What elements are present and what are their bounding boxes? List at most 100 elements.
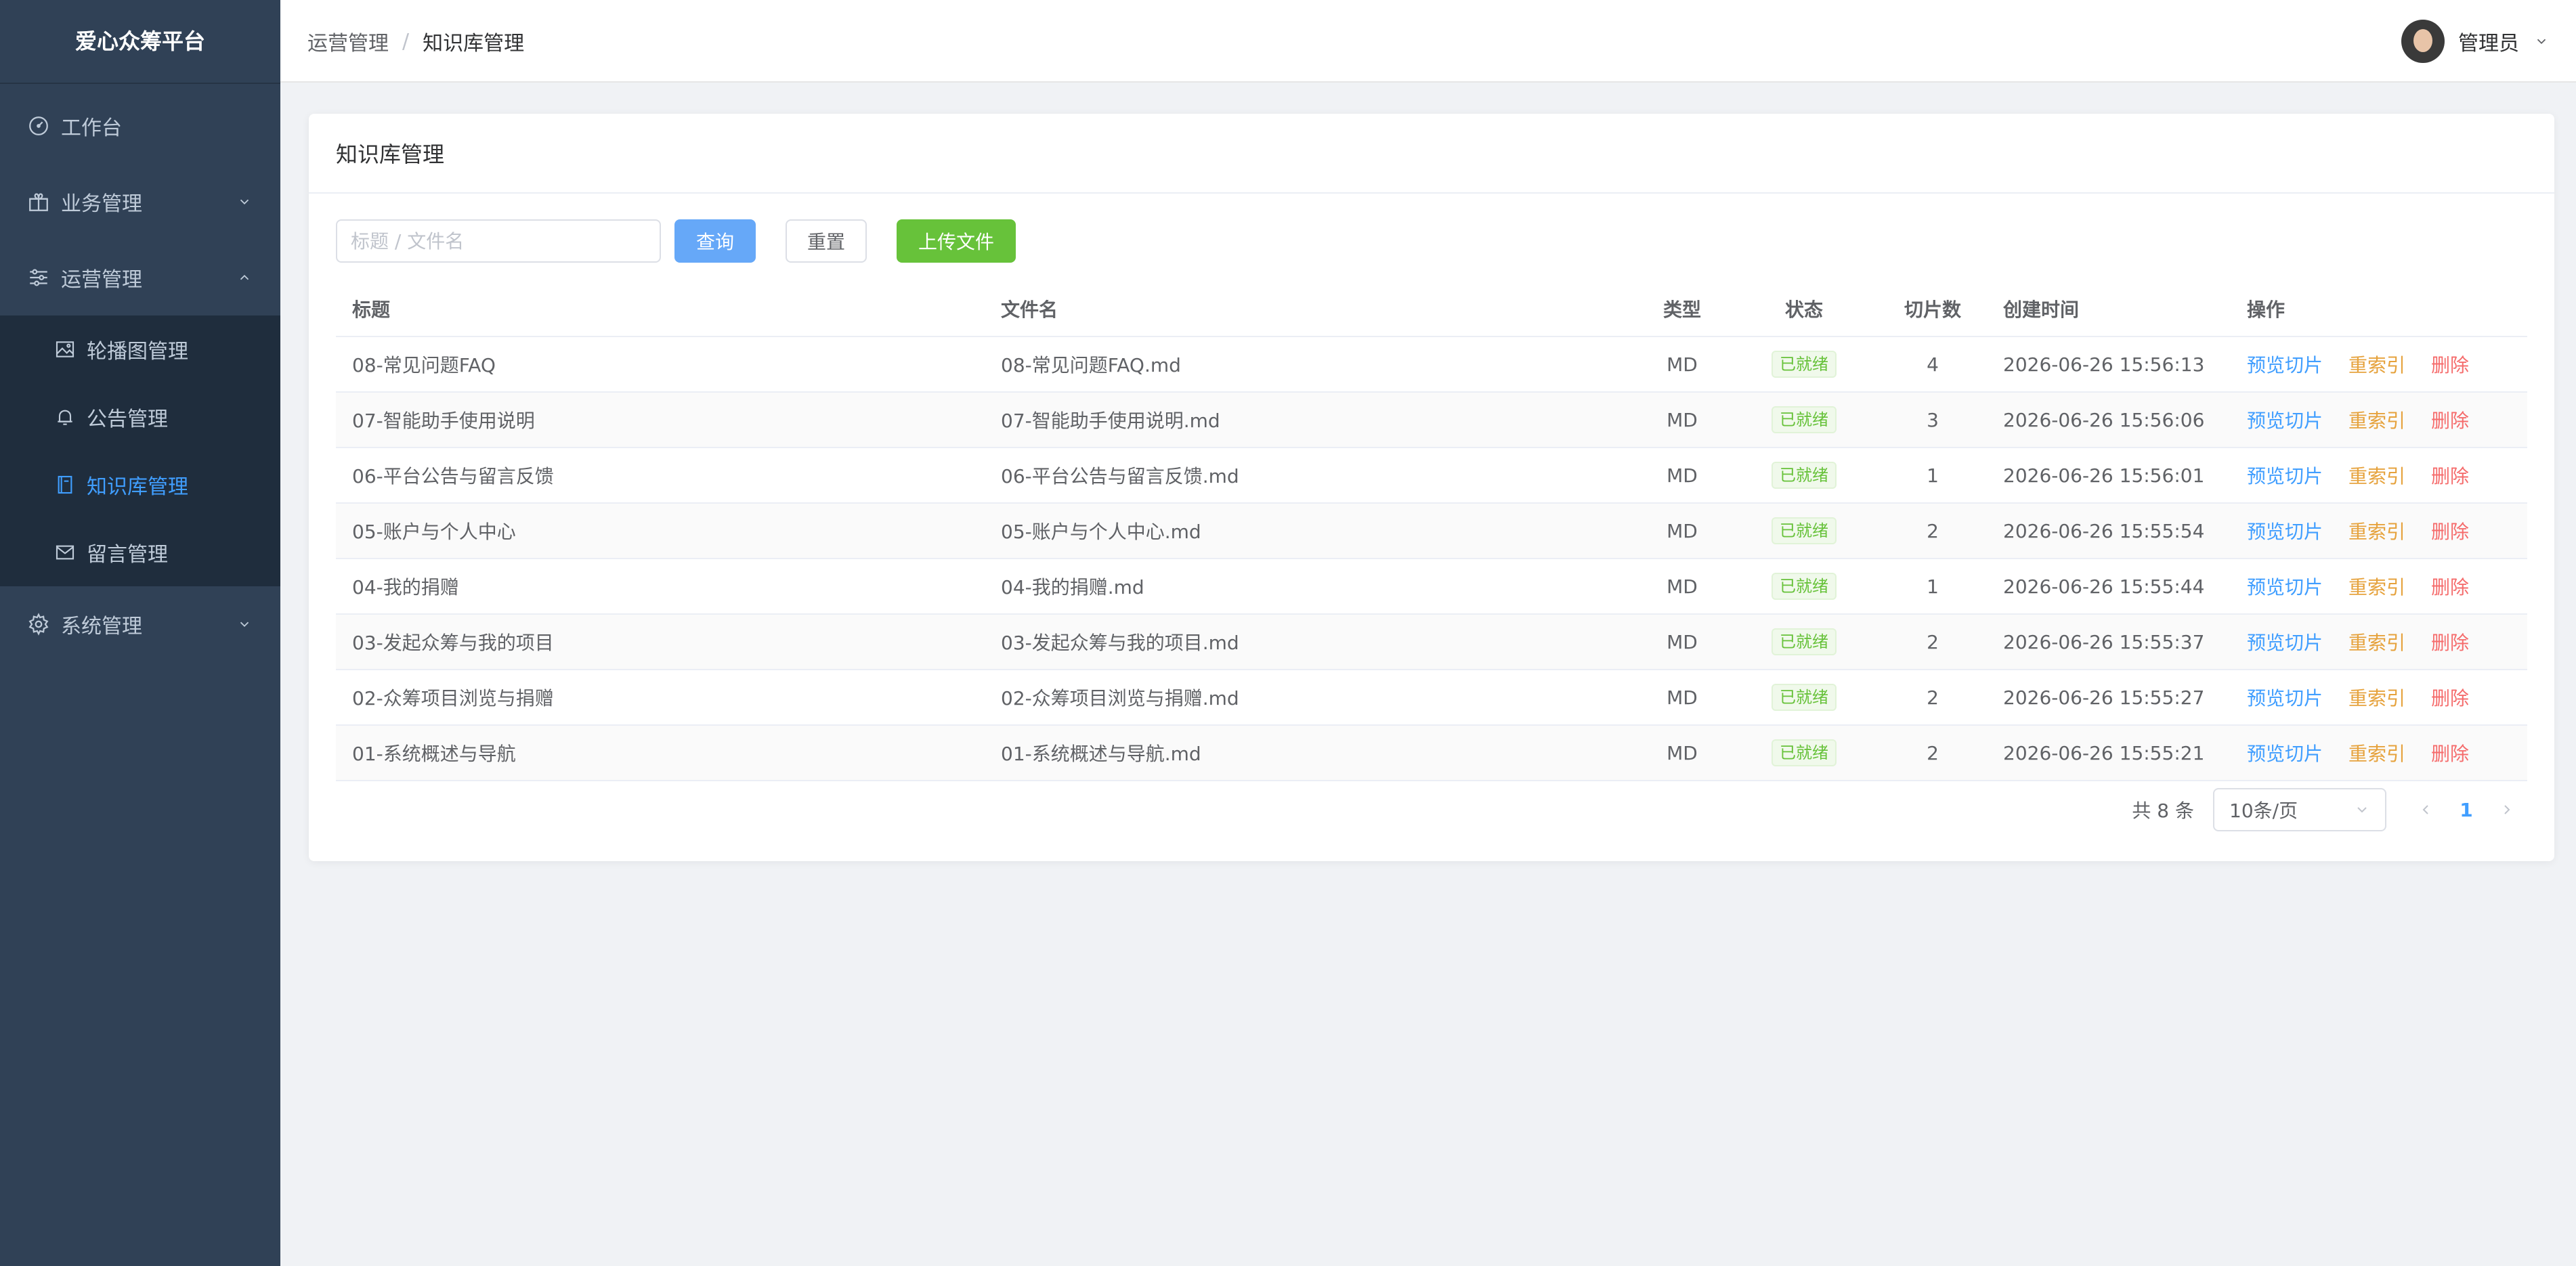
delete-link[interactable]: 删除 <box>2431 739 2469 766</box>
delete-link[interactable]: 删除 <box>2431 351 2469 378</box>
delete-link[interactable]: 删除 <box>2431 406 2469 433</box>
reindex-link[interactable]: 重索引 <box>2348 684 2405 711</box>
table-row: 03-发起众筹与我的项目 03-发起众筹与我的项目.md MD 已就绪 2 20… <box>336 615 2527 670</box>
cell-title: 02-众筹项目浏览与捐赠 <box>352 687 554 710</box>
sidebar-item-label: 工作台 <box>61 116 122 140</box>
preview-chunks-link[interactable]: 预览切片 <box>2247 739 2323 766</box>
preview-chunks-link[interactable]: 预览切片 <box>2247 684 2323 711</box>
cell-status: 已就绪 <box>1730 628 1879 655</box>
sidebar-item-label: 知识库管理 <box>87 475 188 499</box>
preview-chunks-link[interactable]: 预览切片 <box>2247 406 2323 433</box>
status-badge: 已就绪 <box>1772 684 1837 711</box>
chevron-down-icon <box>240 199 249 205</box>
delete-link[interactable]: 删除 <box>2431 462 2469 489</box>
table-row: 08-常见问题FAQ 08-常见问题FAQ.md MD 已就绪 4 2026-0… <box>336 337 2527 393</box>
cell-filename: 01-系统概述与导航.md <box>1001 743 1201 765</box>
preview-chunks-link[interactable]: 预览切片 <box>2247 462 2323 489</box>
cell-title: 08-常见问题FAQ <box>352 354 496 376</box>
cell-filename: 04-我的捐赠.md <box>1001 576 1144 598</box>
sidebar-item-messages[interactable]: 留言管理 <box>0 519 280 586</box>
preview-chunks-link[interactable]: 预览切片 <box>2247 517 2323 544</box>
sidebar-item-workbench[interactable]: 工作台 <box>0 88 280 164</box>
gift-icon <box>29 193 48 211</box>
preview-chunks-link[interactable]: 预览切片 <box>2247 573 2323 600</box>
cell-type: MD <box>1667 630 1698 653</box>
search-toolbar: 查询 重置 上传文件 <box>336 219 1016 263</box>
next-page-button[interactable] <box>2487 802 2527 818</box>
reindex-link[interactable]: 重索引 <box>2348 573 2405 600</box>
cell-title: 06-平台公告与留言反馈 <box>352 465 554 487</box>
cell-filename: 05-账户与个人中心.md <box>1001 521 1201 543</box>
sidebar-item-business[interactable]: 业务管理 <box>0 164 280 240</box>
cell-status: 已就绪 <box>1730 573 1879 600</box>
cell-actions: 预览切片 重索引 删除 <box>2231 406 2527 433</box>
sidebar-item-announcements[interactable]: 公告管理 <box>0 383 280 451</box>
reset-button[interactable]: 重置 <box>786 219 867 263</box>
preview-chunks-link[interactable]: 预览切片 <box>2247 351 2323 378</box>
reindex-link[interactable]: 重索引 <box>2348 351 2405 378</box>
delete-link[interactable]: 删除 <box>2431 628 2469 655</box>
cell-chunks: 1 <box>1927 575 1939 598</box>
table-row: 04-我的捐赠 04-我的捐赠.md MD 已就绪 1 2026-06-26 1… <box>336 559 2527 615</box>
cell-filename: 02-众筹项目浏览与捐赠.md <box>1001 687 1239 710</box>
cell-type: MD <box>1667 353 1698 376</box>
reindex-link[interactable]: 重索引 <box>2348 406 2405 433</box>
reindex-link[interactable]: 重索引 <box>2348 517 2405 544</box>
reindex-link[interactable]: 重索引 <box>2348 462 2405 489</box>
query-button[interactable]: 查询 <box>674 219 756 263</box>
column-header-title: 标题 <box>352 299 391 321</box>
cell-chunks: 3 <box>1927 408 1939 431</box>
reindex-link[interactable]: 重索引 <box>2348 628 2405 655</box>
column-header-created: 创建时间 <box>2003 299 2080 321</box>
preview-chunks-link[interactable]: 预览切片 <box>2247 628 2323 655</box>
delete-link[interactable]: 删除 <box>2431 573 2469 600</box>
chevron-down-icon <box>240 621 249 628</box>
cell-chunks: 2 <box>1927 519 1939 542</box>
breadcrumb-separator: / <box>402 29 410 53</box>
cell-chunks: 4 <box>1927 353 1939 376</box>
upload-file-button[interactable]: 上传文件 <box>897 219 1016 263</box>
page-size-select[interactable]: 10条/页 <box>2213 788 2386 831</box>
sidebar-item-system[interactable]: 系统管理 <box>0 586 280 662</box>
dashboard-icon <box>29 116 48 135</box>
breadcrumb-item-operations[interactable]: 运营管理 <box>307 26 389 56</box>
cell-title: 03-发起众筹与我的项目 <box>352 632 554 654</box>
cell-created: 2026-06-26 15:55:37 <box>2003 630 2205 653</box>
top-header: 运营管理 / 知识库管理 管理员 <box>280 0 2576 83</box>
search-input[interactable] <box>336 219 661 263</box>
cell-filename: 07-智能助手使用说明.md <box>1001 410 1220 432</box>
reindex-link[interactable]: 重索引 <box>2348 739 2405 766</box>
user-menu[interactable]: 管理员 <box>2401 0 2549 83</box>
chevron-right-icon <box>2504 805 2510 814</box>
cell-actions: 预览切片 重索引 删除 <box>2231 517 2527 544</box>
breadcrumb-item-current: 知识库管理 <box>423 32 525 56</box>
column-header-status: 状态 <box>1784 299 1823 321</box>
cell-type: MD <box>1667 519 1698 542</box>
column-header-chunks: 切片数 <box>1904 299 1961 321</box>
cell-type: MD <box>1667 741 1698 764</box>
column-header-type: 类型 <box>1662 299 1701 321</box>
mail-icon <box>56 545 74 560</box>
cell-status: 已就绪 <box>1730 462 1879 489</box>
user-name: 管理员 <box>2458 32 2519 56</box>
cell-created: 2026-06-26 15:55:21 <box>2003 741 2205 764</box>
avatar[interactable] <box>2401 20 2445 63</box>
page-number-current[interactable]: 1 <box>2446 799 2487 821</box>
sidebar-item-carousel[interactable]: 轮播图管理 <box>0 315 280 383</box>
delete-link[interactable]: 删除 <box>2431 517 2469 544</box>
cell-filename: 06-平台公告与留言反馈.md <box>1001 465 1239 487</box>
prev-page-button[interactable] <box>2405 802 2446 818</box>
sidebar-item-operations[interactable]: 运营管理 <box>0 240 280 315</box>
knowledge-table: 标题 文件名 类型 状态 切片数 创建时间 操作 08-常见问题FAQ 08-常… <box>336 282 2527 781</box>
delete-link[interactable]: 删除 <box>2431 684 2469 711</box>
cell-actions: 预览切片 重索引 删除 <box>2231 351 2527 378</box>
sidebar-item-knowledge-base[interactable]: 知识库管理 <box>0 451 280 519</box>
sidebar-item-label: 留言管理 <box>87 543 168 567</box>
sidebar-item-label: 运营管理 <box>61 268 142 292</box>
cell-actions: 预览切片 重索引 删除 <box>2231 462 2527 489</box>
table-header: 标题 文件名 类型 状态 切片数 创建时间 操作 <box>336 282 2527 337</box>
page-size-value: 10条/页 <box>2229 800 2298 822</box>
cell-type: MD <box>1667 575 1698 598</box>
cell-title: 01-系统概述与导航 <box>352 743 516 765</box>
cell-status: 已就绪 <box>1730 406 1879 433</box>
